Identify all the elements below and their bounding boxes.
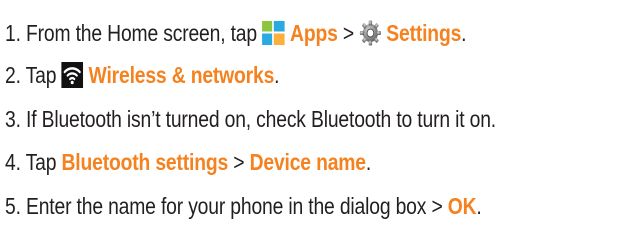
wireless-networks-label: Wireless & networks [88,62,275,88]
step-4-number: 4. [5,149,21,175]
step-5-text: Enter the name for your phone in the dia… [26,193,427,219]
step-1: 1. From the Home screen, tap Apps > Sett… [5,16,467,50]
settings-label: Settings [386,20,462,46]
step-3-number: 3. [5,106,21,132]
step-2-text: Tap [25,62,57,88]
step-3: 3. If Bluetooth isn’t turned on, check B… [5,102,496,136]
wifi-icon [61,61,84,88]
step-1-number: 1. [5,20,21,46]
instruction-steps: 1. From the Home screen, tap Apps > Sett… [0,0,630,242]
device-name-label: Device name [249,149,366,175]
step-5: 5. Enter the name for your phone in the … [5,189,482,223]
step-5-separator: > [431,193,443,219]
ok-label: OK [447,193,477,219]
apps-label: Apps [290,20,338,46]
step-3-text: If Bluetooth isn’t turned on, check Blue… [26,106,497,132]
step-2-period: . [274,62,280,88]
step-4-text: Tap [25,149,57,175]
step-5-number: 5. [5,193,21,219]
step-1-text: From the Home screen, tap [26,20,257,46]
step-4-period: . [365,149,372,175]
bluetooth-settings-label: Bluetooth settings [61,149,229,175]
settings-gear-icon [359,20,381,46]
step-1-period: . [461,20,467,46]
step-2-number: 2. [5,62,21,88]
step-4-separator: > [233,149,245,175]
step-1-separator: > [342,20,355,46]
step-4: 4. Tap Bluetooth settings > Device name. [5,145,371,179]
step-5-period: . [476,193,482,219]
apps-grid-icon [262,20,285,45]
step-2: 2. Tap Wireless & networks. [5,58,280,92]
